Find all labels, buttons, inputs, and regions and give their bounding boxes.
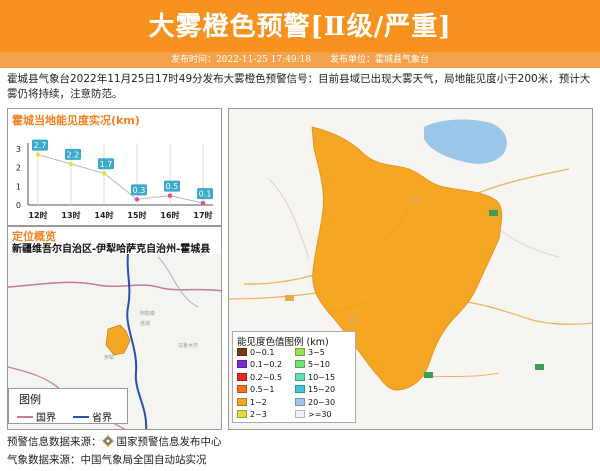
visibility-legend-item: 5~10: [295, 360, 330, 370]
warning-title: 大雾橙色预警[Ⅱ级/严重]: [148, 12, 452, 42]
color-swatch-icon: [295, 397, 305, 406]
color-swatch-icon: [237, 360, 247, 369]
data-label: 2.2: [67, 150, 80, 159]
visibility-legend-label: 5~10: [308, 360, 330, 370]
color-swatch-icon: [295, 410, 305, 418]
color-swatch-icon: [237, 372, 247, 381]
svg-text:塔城: 塔城: [140, 320, 150, 327]
color-swatch-icon: [237, 397, 247, 406]
color-swatch-icon: [237, 385, 247, 394]
color-swatch-icon: [237, 348, 247, 356]
weather-data-source: 气象数据来源：中国气象局全国自动站实况: [7, 454, 207, 466]
data-point: [35, 152, 41, 157]
visibility-legend-label: 2~3: [250, 410, 267, 419]
y-tick-label: 3: [16, 145, 21, 154]
visibility-color-legend: 能见度色值图例 (km) 0~0.1 3~5 0.1~0.2 5~10 0.2~0.5 1…: [232, 331, 356, 423]
legend-national-border: 国界: [17, 409, 56, 424]
visibility-legend-item: 3~5: [295, 348, 325, 358]
line-swatch-icon: [17, 416, 33, 418]
data-label: 1.7: [100, 160, 113, 169]
visibility-legend-label: >=30: [308, 410, 332, 419]
visibility-legend-item: 0.2~0.5: [237, 372, 283, 383]
x-tick-label: 14时: [94, 210, 113, 220]
x-tick-label: 16时: [160, 210, 179, 220]
color-swatch-icon: [295, 348, 305, 356]
header-bar: 大雾橙色预警[Ⅱ级/严重]: [0, 0, 600, 52]
visibility-legend-label: 3~5: [308, 348, 325, 357]
boundary-legend: 图例 国界 省界: [8, 388, 128, 424]
data-point: [68, 161, 74, 167]
x-tick-label: 17时: [193, 210, 212, 220]
svg-text:阿勒泰: 阿勒泰: [140, 310, 155, 317]
data-point: [101, 171, 107, 176]
visibility-legend-label: 0.5~1: [250, 385, 275, 395]
series-line: [37, 154, 204, 204]
x-tick-label: 13时: [61, 210, 80, 220]
visibility-legend-item: 0.5~1: [237, 385, 275, 395]
visibility-legend-label: 20~30: [308, 397, 336, 407]
color-swatch-icon: [237, 410, 247, 418]
location-subtitle: 新疆维吾尔自治区-伊犁哈萨克自治州-霍城县: [12, 244, 211, 255]
visibility-legend-label: 1~2: [250, 397, 267, 407]
x-tick-label: 12时: [28, 210, 47, 220]
publisher: 发布单位：霍城县气象台: [330, 55, 430, 65]
data-label: 2.7: [34, 141, 47, 150]
visibility-legend-item: 15~20: [295, 385, 335, 395]
y-tick-label: 0: [16, 201, 21, 210]
visibility-legend-label: 0.2~0.5: [250, 372, 283, 382]
color-swatch-icon: [295, 360, 305, 369]
warning-description: 霍城县气象台2022年11月25日17时49分发布大雾橙色预警信号：目前县域已出…: [7, 73, 591, 100]
y-tick-label: 2: [16, 164, 21, 173]
visibility-legend-item: 10~15: [295, 372, 336, 383]
data-label: 0.3: [133, 186, 146, 195]
visibility-chart: 0 1 2 3 12时 13时 14时 15时 16时 17时 2.7 2.2 1.7 0.3 0.5 0.1: [16, 139, 213, 220]
visibility-legend-label: 0.1~0.2: [250, 360, 283, 370]
visibility-legend-title: 能见度色值图例 (km): [237, 337, 329, 348]
boundary-legend-title: 图例: [19, 393, 41, 406]
visibility-legend-item: 0.1~0.2: [237, 360, 282, 370]
visibility-legend-item: 0~0.1: [237, 348, 275, 358]
warning-data-source: 预警信息数据来源： 国家预警信息发布中心: [7, 435, 222, 448]
data-label: 0.1: [199, 190, 212, 199]
warning-center-logo-icon: [101, 435, 114, 447]
data-point: [167, 193, 173, 198]
x-tick-label: 15时: [127, 210, 146, 220]
data-point: [200, 200, 206, 206]
publish-time: 发布时间：2022-11-25 17:49:18: [170, 55, 312, 65]
line-swatch-icon: [73, 416, 89, 418]
svg-text:乌鲁木齐: 乌鲁木齐: [178, 342, 198, 349]
visibility-legend-item: 1~2: [237, 397, 267, 408]
visibility-legend-label: 15~20: [308, 385, 336, 395]
visibility-legend-item: 20~30: [295, 397, 336, 408]
visibility-legend-item: 2~3: [237, 410, 267, 420]
legend-province-border: 省界: [73, 409, 112, 424]
svg-text:伊犁: 伊犁: [104, 354, 114, 361]
publish-info-bar: 发布时间：2022-11-25 17:49:18 发布单位：霍城县气象台: [0, 52, 600, 68]
color-swatch-icon: [295, 372, 305, 381]
data-label: 0.5: [166, 182, 179, 191]
y-tick-label: 1: [16, 182, 21, 191]
visibility-chart-panel: 霍城当地能见度实况(km) 0 1 2 3 12时 13时 14时 15时 16时 17时 2.7 2…: [7, 108, 222, 226]
data-point: [134, 197, 140, 202]
visibility-legend-label: 10~15: [308, 372, 336, 382]
color-swatch-icon: [295, 385, 305, 394]
visibility-legend-label: 0~0.1: [250, 348, 275, 357]
visibility-legend-item: >=30: [295, 410, 332, 420]
warning-center-link[interactable]: 国家预警信息发布中心: [117, 436, 222, 448]
